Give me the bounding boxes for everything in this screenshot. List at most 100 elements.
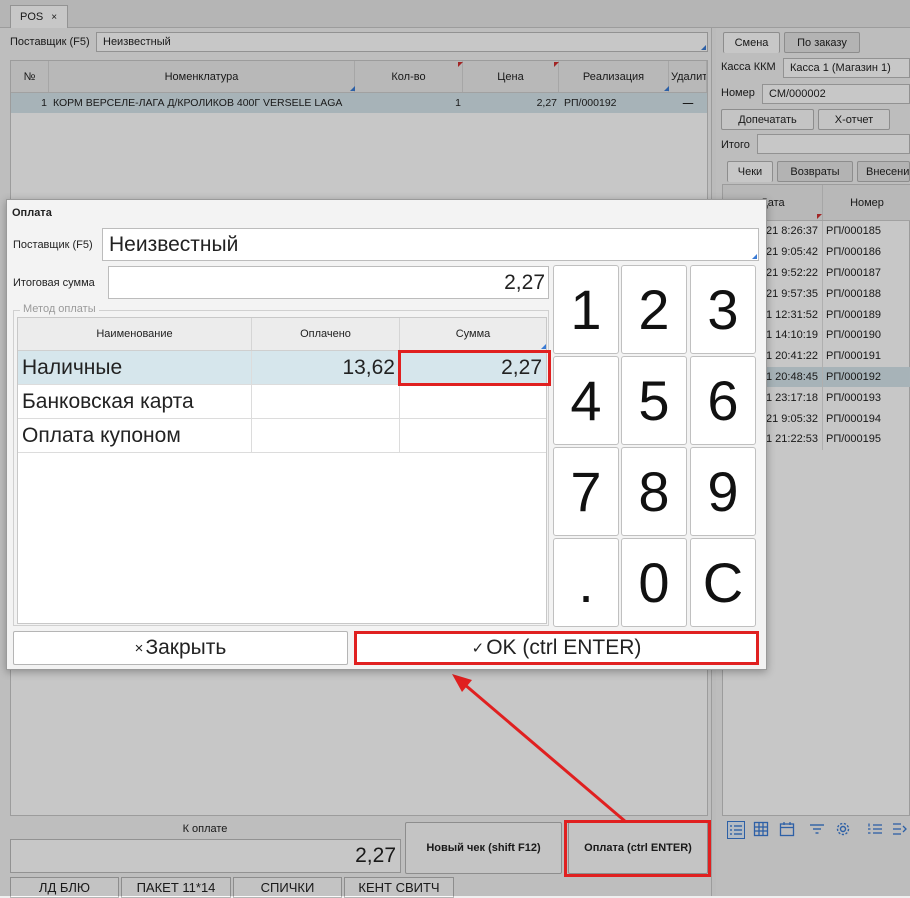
list-item-number: РП/000193 xyxy=(826,391,882,404)
highlight-frame xyxy=(398,350,551,386)
kkm-field[interactable]: Касса 1 (Магазин 1) xyxy=(783,58,910,78)
list-item-number: РП/000189 xyxy=(826,308,882,321)
tab-bar: POS × xyxy=(0,0,910,28)
number-field[interactable]: СМ/000002 xyxy=(762,84,910,104)
subtab-deposits[interactable]: Внесени xyxy=(857,161,910,182)
key-2[interactable]: 2 xyxy=(621,265,687,354)
items-table-header: № Номенклатура Кол-во Цена Реализация Уд… xyxy=(11,61,707,93)
filter-corner-icon xyxy=(554,62,559,67)
to-pay-field: 2,27 xyxy=(10,839,401,873)
filter-corner-icon xyxy=(458,62,463,67)
col-doc-header[interactable]: Реализация xyxy=(559,61,669,92)
list-item-number: РП/000194 xyxy=(826,412,882,425)
kkm-label: Касса ККМ xyxy=(721,61,776,73)
key-9[interactable]: 9 xyxy=(690,447,756,536)
list-item-number: РП/000191 xyxy=(826,350,882,363)
col-delete-header[interactable]: Удалить xyxy=(669,61,707,92)
grid-view-icon[interactable] xyxy=(753,821,769,837)
tab-pos-label: POS xyxy=(20,11,44,23)
row-num: 1 xyxy=(41,97,47,109)
key-8[interactable]: 8 xyxy=(621,447,687,536)
sort-corner-icon xyxy=(664,86,669,91)
row-name: КОРМ ВЕРСЕЛЕ-ЛАГА Д/КРОЛИКОВ 400Г VERSEL… xyxy=(53,97,343,109)
supplier-field[interactable]: Неизвестный xyxy=(96,32,708,52)
key-1[interactable]: 1 xyxy=(553,265,619,354)
key-4[interactable]: 4 xyxy=(553,356,619,445)
to-pay-value: 2,27 xyxy=(355,844,396,867)
quick-button-kent[interactable]: КЕНТ СВИТЧ xyxy=(344,877,454,898)
check-icon: ✓ xyxy=(471,640,485,657)
key-clear[interactable]: C xyxy=(690,538,756,627)
col-name-header[interactable]: Номенклатура xyxy=(49,61,355,92)
quick-button-ld-blu[interactable]: ЛД БЛЮ xyxy=(10,877,119,898)
tab-po-zakazu[interactable]: По заказу xyxy=(784,32,860,53)
list-item-number: РП/000188 xyxy=(826,287,882,300)
payment-row-card[interactable]: Банковская карта xyxy=(18,385,546,419)
dialog-total-label: Итоговая сумма xyxy=(13,277,95,289)
total-label: Итого xyxy=(721,139,750,151)
reprint-button[interactable]: Допечатать xyxy=(721,109,814,130)
sort-corner-icon xyxy=(541,344,546,349)
key-7[interactable]: 7 xyxy=(553,447,619,536)
subtab-checks[interactable]: Чеки xyxy=(727,161,773,182)
col-qty-header[interactable]: Кол-во xyxy=(355,61,463,92)
col-num-header[interactable]: № xyxy=(11,61,49,92)
x-report-button[interactable]: Х-отчет xyxy=(818,109,890,130)
dialog-supplier-field[interactable]: Неизвестный xyxy=(102,228,759,261)
col-price-header[interactable]: Цена xyxy=(463,61,559,92)
key-6[interactable]: 6 xyxy=(690,356,756,445)
close-icon: × xyxy=(134,639,144,657)
supplier-value: Неизвестный xyxy=(103,36,171,48)
close-button[interactable]: × Закрыть xyxy=(13,631,348,665)
delete-row-button[interactable]: — xyxy=(671,93,705,113)
row-price: 2,27 xyxy=(536,97,557,109)
method-amount[interactable] xyxy=(400,419,546,452)
tab-smena[interactable]: Смена xyxy=(723,32,780,53)
ok-button[interactable]: ✓ OK (ctrl ENTER) xyxy=(354,631,759,665)
filter-icon[interactable] xyxy=(809,821,825,837)
payment-table-header: Наименование Оплачено Сумма xyxy=(18,318,546,351)
table-row[interactable]: 1 КОРМ ВЕРСЕЛЕ-ЛАГА Д/КРОЛИКОВ 400Г VERS… xyxy=(11,93,707,113)
list-item-number: РП/000185 xyxy=(826,225,882,238)
total-field[interactable] xyxy=(757,134,910,154)
col-number-header[interactable]: Номер xyxy=(823,185,910,220)
list-item-number: РП/000190 xyxy=(826,329,882,342)
numbered-list-icon[interactable] xyxy=(867,821,883,837)
expand-icon[interactable] xyxy=(892,821,908,837)
col-paid-header[interactable]: Оплачено xyxy=(252,318,400,350)
key-3[interactable]: 3 xyxy=(690,265,756,354)
annotation-arrow xyxy=(452,674,627,824)
payment-row-coupon[interactable]: Оплата купоном xyxy=(18,419,546,453)
dialog-total-value: 2,27 xyxy=(504,270,545,294)
subtab-returns[interactable]: Возвраты xyxy=(777,161,853,182)
dialog-total-field[interactable]: 2,27 xyxy=(108,266,549,299)
quick-button-spichki[interactable]: СПИЧКИ xyxy=(233,877,342,898)
method-name: Оплата купоном xyxy=(18,419,252,452)
numeric-keypad: 1 2 3 4 5 6 7 8 9 . 0 C xyxy=(553,265,763,627)
method-amount[interactable] xyxy=(400,385,546,418)
close-tab-icon[interactable]: × xyxy=(51,12,57,23)
dialog-supplier-value: Неизвестный xyxy=(109,232,239,256)
dialog-supplier-label: Поставщик (F5) xyxy=(13,239,93,251)
method-paid: 13,62 xyxy=(252,351,400,384)
list-view-icon[interactable] xyxy=(727,821,745,839)
col-method-name-header[interactable]: Наименование xyxy=(18,318,252,350)
row-doc: РП/000192 xyxy=(564,97,617,109)
key-0[interactable]: 0 xyxy=(621,538,687,627)
payment-dialog: Оплата Поставщик (F5) Неизвестный Итогов… xyxy=(6,199,767,670)
kkm-value: Касса 1 (Магазин 1) xyxy=(790,62,891,74)
method-paid xyxy=(252,419,400,452)
quick-button-paket[interactable]: ПАКЕТ 11*14 xyxy=(121,877,231,898)
key-5[interactable]: 5 xyxy=(621,356,687,445)
key-decimal[interactable]: . xyxy=(553,538,619,627)
list-toolbar xyxy=(722,818,910,870)
number-label: Номер xyxy=(721,87,755,99)
dropdown-corner-icon xyxy=(701,45,706,50)
list-item-number: РП/000187 xyxy=(826,266,882,279)
close-label: Закрыть xyxy=(145,636,227,659)
col-amount-header[interactable]: Сумма xyxy=(400,318,546,350)
tab-pos[interactable]: POS × xyxy=(10,5,68,28)
gear-icon[interactable] xyxy=(835,821,851,837)
calendar-icon[interactable] xyxy=(779,821,795,837)
new-check-label: Новый чек (shift F12) xyxy=(426,842,541,854)
